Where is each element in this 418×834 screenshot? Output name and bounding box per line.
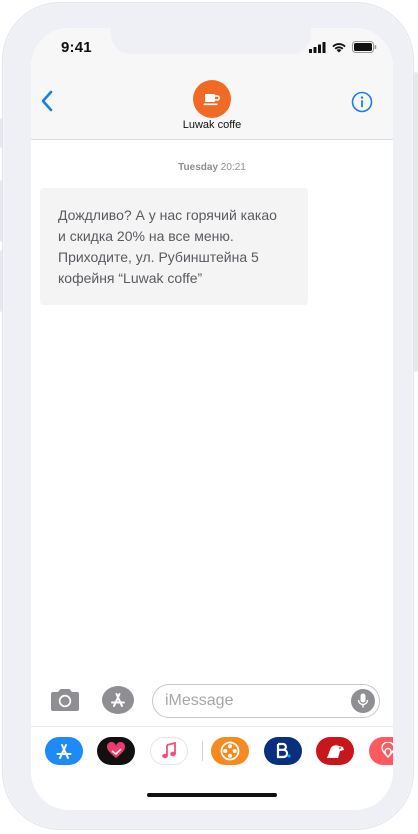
chevron-left-icon bbox=[41, 90, 53, 112]
status-icons bbox=[309, 41, 377, 53]
booking-icon bbox=[276, 742, 291, 759]
app-store-icon bbox=[102, 686, 134, 714]
message-input[interactable] bbox=[152, 684, 380, 718]
app-store-app[interactable] bbox=[45, 737, 83, 765]
home-indicator[interactable] bbox=[147, 793, 277, 797]
music-icon bbox=[162, 742, 176, 759]
microphone-icon bbox=[357, 693, 369, 708]
incoming-message-bubble[interactable]: Дождливо? А у нас горячий какао и скидка… bbox=[40, 188, 308, 305]
timestamp-time: 20:21 bbox=[220, 162, 246, 173]
app-drawer bbox=[31, 726, 393, 776]
status-time: 9:41 bbox=[61, 39, 92, 56]
coffee-cup-icon bbox=[203, 94, 220, 106]
back-button[interactable] bbox=[37, 88, 57, 114]
app-store-button[interactable] bbox=[101, 685, 135, 715]
dog-app-icon bbox=[327, 745, 344, 758]
info-icon bbox=[351, 91, 373, 113]
film-app[interactable] bbox=[211, 737, 249, 765]
dictation-button[interactable] bbox=[351, 689, 375, 713]
notch bbox=[111, 28, 311, 54]
message-timestamp: Tuesday 20:21 bbox=[31, 162, 393, 173]
film-reel-icon bbox=[220, 741, 240, 761]
info-button[interactable] bbox=[351, 91, 373, 113]
conversation-header: 9:41 Luwak coffe bbox=[31, 28, 393, 140]
contact-avatar[interactable] bbox=[193, 80, 231, 118]
booking-app[interactable] bbox=[264, 737, 302, 765]
contact-name[interactable]: Luwak coffe bbox=[31, 119, 393, 131]
timestamp-day: Tuesday bbox=[178, 162, 219, 173]
phone-frame: 9:41 Luwak coffe Tuesday 20:21 Дождливо?… bbox=[2, 2, 414, 830]
airbnb-app[interactable] bbox=[369, 737, 393, 765]
drawer-divider bbox=[202, 741, 203, 761]
side-button bbox=[414, 72, 418, 372]
heart-app[interactable] bbox=[97, 737, 135, 765]
airbnb-icon bbox=[381, 742, 393, 758]
camera-icon bbox=[51, 689, 79, 711]
heart-app-icon bbox=[106, 742, 126, 758]
signal-icon bbox=[309, 41, 326, 53]
camera-button[interactable] bbox=[49, 687, 81, 713]
wifi-icon bbox=[332, 42, 346, 52]
dog-app[interactable] bbox=[316, 737, 354, 765]
music-app[interactable] bbox=[150, 737, 188, 765]
screen: 9:41 Luwak coffe Tuesday 20:21 Дождливо?… bbox=[31, 28, 393, 810]
battery-icon bbox=[352, 41, 377, 53]
app-store-icon bbox=[56, 744, 72, 759]
